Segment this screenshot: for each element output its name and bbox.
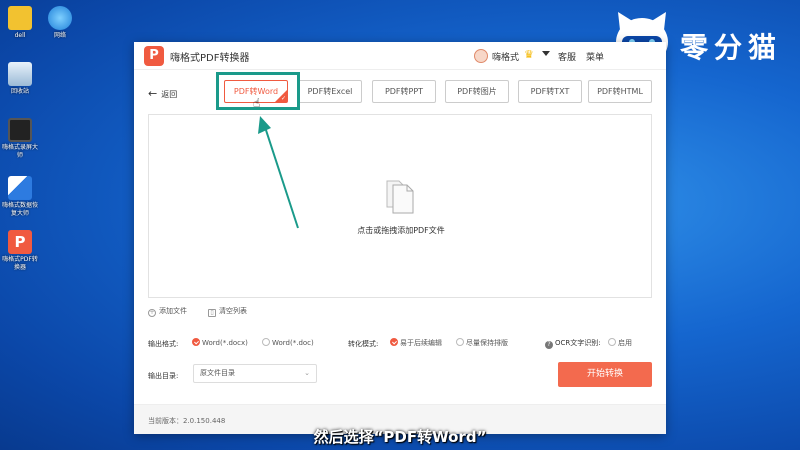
radio-label: Word(*.docx) [202,339,248,347]
radio-label: 易于后续编辑 [400,339,442,347]
arrow-left-icon: ← [148,87,158,100]
title-bar: P 嗨格式PDF转换器 嗨格式 ♛ 客服 菜单 [134,42,666,70]
conversion-mode-label: 转化模式: [348,340,379,348]
pdf-converter-icon: P [8,230,32,254]
tab-pdf-to-image[interactable]: PDF转图片 [445,80,509,103]
clear-list-button[interactable]: ▯ 清空列表 [208,306,247,317]
tab-label: PDF转HTML [597,87,643,96]
data-recovery-icon [8,176,32,200]
desktop-icon-dell[interactable]: dell [0,6,40,40]
folder-icon [8,6,32,30]
tab-pdf-to-txt[interactable]: PDF转TXT [518,80,582,103]
radio-unchecked-icon [608,338,616,346]
screen-recorder-icon [8,118,32,142]
output-dir-label: 输出目录: [148,372,179,380]
recycle-bin-icon [8,62,32,86]
version-text: 当前版本：2.0.150.448 [148,417,226,425]
desktop-icon-recycle-bin[interactable]: 回收站 [0,62,40,96]
tab-label: PDF转Excel [307,87,353,96]
tab-pdf-to-ppt[interactable]: PDF转PPT [372,80,436,103]
desktop-icon-label: 嗨格式PDF转换器 [2,256,38,271]
desktop-icon-label: 嗨格式录屏大师 [1,144,38,159]
desktop-icon-screen-recorder[interactable]: 嗨格式录屏大师 [0,118,40,160]
start-convert-button[interactable]: 开始转换 [558,362,652,387]
mode-layout-radio[interactable]: 尽量保持排版 [456,338,508,348]
desktop-icon-label: 嗨格式数据恢复大师 [1,202,38,217]
tab-label: PDF转TXT [530,87,570,96]
help-icon[interactable]: ? [545,341,553,349]
video-subtitle: 然后选择“PDF转Word” [313,428,487,446]
network-icon [48,6,72,30]
radio-checked-icon [390,338,398,346]
tab-label: PDF转PPT [384,87,424,96]
chevron-down-icon: ⌄ [304,369,310,377]
tab-label: PDF转图片 [457,87,497,96]
app-title: 嗨格式PDF转换器 [170,53,250,64]
radio-label: 尽量保持排版 [466,339,508,347]
avatar[interactable] [474,49,488,63]
output-dir-value: 原文件目录 [200,369,235,377]
desktop-icon-network[interactable]: 网络 [40,6,80,40]
ocr-label-text: OCR文字识别: [555,339,601,347]
desktop-icon-label: 回收站 [10,88,29,95]
desktop-icon-pdf-converter[interactable]: P 嗨格式PDF转换器 [0,230,40,272]
format-doc-radio[interactable]: Word(*.doc) [262,338,314,347]
ocr-label: ? OCR文字识别: [545,338,601,349]
clear-list-label: 清空列表 [219,307,247,315]
output-dir-select[interactable]: 原文件目录 ⌄ [193,364,317,383]
desktop-icon-label: dell [14,32,26,39]
radio-label: 启用 [618,339,632,347]
brand-name: 零分猫 [680,31,783,64]
user-name[interactable]: 嗨格式 [492,50,519,63]
radio-unchecked-icon [456,338,464,346]
desktop-icon-data-recovery[interactable]: 嗨格式数据恢复大师 [0,176,40,218]
drop-zone-text: 点击或拖拽添加PDF文件 [357,226,445,235]
pointer-cursor-icon: ☝ [253,96,261,110]
customer-service-button[interactable]: 客服 [558,50,576,63]
caret-down-icon[interactable] [542,51,550,56]
crown-icon: ♛ [524,48,534,61]
plus-circle-icon: + [148,309,156,317]
add-file-label: 添加文件 [159,307,187,315]
app-logo-icon: P [144,46,164,66]
format-docx-radio[interactable]: Word(*.docx) [192,338,248,347]
radio-unchecked-icon [262,338,270,346]
back-label: 返回 [161,90,178,99]
tutorial-arrow [258,116,299,229]
ocr-enable-radio[interactable]: 启用 [608,338,632,348]
tab-pdf-to-excel[interactable]: PDF转Excel [298,80,362,103]
desktop-icon-label: 网络 [53,32,66,39]
app-window: P 嗨格式PDF转换器 嗨格式 ♛ 客服 菜单 ← 返回 PDF转Word ✓ P… [134,42,666,434]
tab-pdf-to-html[interactable]: PDF转HTML [588,80,652,103]
radio-label: Word(*.doc) [272,339,314,347]
radio-checked-icon [192,338,200,346]
menu-button[interactable]: 菜单 [586,50,604,63]
add-file-button[interactable]: + 添加文件 [148,306,187,317]
output-format-label: 输出格式: [148,340,179,348]
trash-icon: ▯ [208,309,216,317]
pdf-drop-zone[interactable]: 点击或拖拽添加PDF文件 [148,114,652,298]
back-button[interactable]: ← 返回 [148,87,177,100]
mode-edit-radio[interactable]: 易于后续编辑 [390,338,442,348]
document-icon [386,180,414,214]
